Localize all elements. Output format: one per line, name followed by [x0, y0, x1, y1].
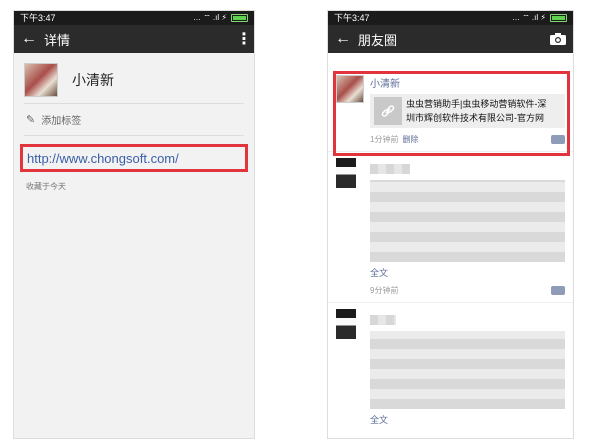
app-header: ← 详情 ⋮: [14, 25, 254, 53]
detail-screen: 下午3:47 … ⌔ .ıl ⚡ ← 详情 ⋮ 小清新 ✎ 添加标签 http:…: [14, 11, 254, 438]
blurred-name: [370, 164, 410, 174]
add-tag-row[interactable]: ✎ 添加标签: [14, 104, 254, 135]
avatar[interactable]: [336, 309, 356, 339]
blurred-content: [370, 180, 565, 262]
full-text-link[interactable]: 全文: [370, 413, 565, 426]
status-icons: … ⌔ .ıl ⚡: [511, 13, 546, 22]
battery-icon: [231, 14, 248, 22]
comment-icon[interactable]: [551, 286, 565, 295]
url-link[interactable]: http://www.chongsoft.com/: [27, 151, 179, 166]
post-time: 9分钟前: [370, 286, 399, 295]
collected-note: 收藏于今天: [26, 182, 66, 191]
url-highlight-box: http://www.chongsoft.com/: [20, 144, 248, 172]
avatar[interactable]: [24, 63, 58, 97]
post-highlight-box: [333, 71, 570, 156]
profile-name: 小清新: [72, 72, 114, 88]
moment-post: 全文: [328, 302, 573, 432]
app-header: ← 朋友圈: [328, 25, 573, 53]
moment-post: 全文 9分钟前: [328, 151, 573, 302]
status-icons: … ⌔ .ıl ⚡: [192, 13, 227, 22]
camera-icon[interactable]: [543, 33, 573, 45]
blurred-name: [370, 315, 396, 325]
more-menu-icon[interactable]: ⋮: [234, 29, 254, 49]
add-tag-label: 添加标签: [41, 116, 82, 127]
status-bar: 下午3:47 … ⌔ .ıl ⚡: [328, 11, 573, 25]
status-time: 下午3:47: [20, 13, 56, 23]
page-title: 详情: [44, 32, 71, 48]
pencil-icon: ✎: [26, 114, 36, 126]
full-text-link[interactable]: 全文: [370, 266, 565, 279]
divider: [24, 135, 244, 136]
page-title: 朋友圈: [358, 32, 398, 48]
status-time: 下午3:47: [334, 13, 370, 23]
profile-row[interactable]: 小清新: [14, 53, 254, 103]
status-bar: 下午3:47 … ⌔ .ıl ⚡: [14, 11, 254, 25]
back-arrow-icon[interactable]: ←: [14, 30, 44, 48]
back-arrow-icon[interactable]: ←: [328, 30, 358, 48]
battery-icon: [550, 14, 567, 22]
blurred-content: [370, 331, 565, 409]
avatar[interactable]: [336, 158, 356, 188]
